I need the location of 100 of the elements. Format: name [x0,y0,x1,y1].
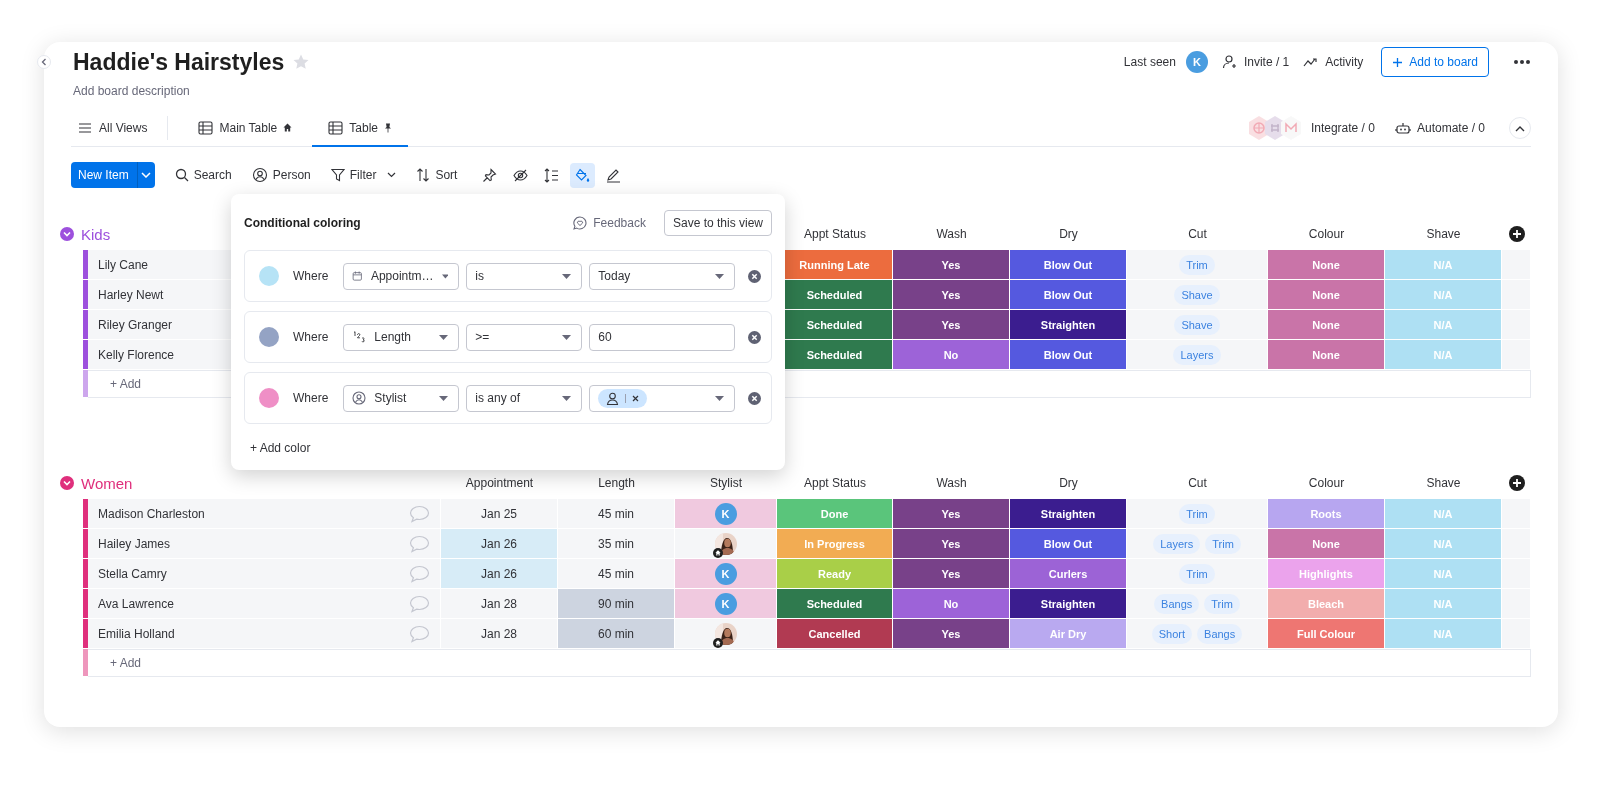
view-tab[interactable]: Table [312,110,408,147]
tag-chip[interactable]: Trim [1205,533,1241,554]
tags-cell[interactable]: Short Bangs [1127,619,1268,649]
tags-cell[interactable]: Trim [1127,499,1268,529]
tag-chip[interactable]: Bangs [1197,623,1243,644]
status-cell[interactable]: Blow Out [1010,250,1127,280]
filter-button[interactable]: Filter [330,168,397,182]
operator-dropdown[interactable]: is [466,262,583,290]
integrate-button[interactable]: Integrate / 0 [1310,121,1375,135]
column-dropdown[interactable]: Stylist [343,384,460,412]
item-name-cell[interactable]: Madison Charleston [88,499,441,529]
group-title[interactable]: Women [81,474,133,492]
new-item-button[interactable]: New Item [71,162,137,188]
tag-chip[interactable]: Trim [1179,563,1215,584]
add-item-field[interactable]: + Add [88,649,1531,677]
status-cell[interactable]: Cancelled [777,619,893,649]
add-color-button[interactable]: + Add color [244,438,311,458]
remove-icon[interactable] [748,269,762,283]
tags-cell[interactable]: Bangs Trim [1127,589,1268,619]
person-cell[interactable] [675,529,777,559]
tags-cell[interactable]: Trim [1127,250,1268,280]
operator-dropdown[interactable]: >= [466,323,583,351]
collapse-icon[interactable] [60,476,74,490]
save-to-view-button[interactable]: Save to this view [663,210,772,236]
tag-chip[interactable]: Layers [1153,533,1201,554]
status-cell[interactable]: Scheduled [777,589,893,619]
item-name-cell[interactable]: Ava Lawrence [88,589,441,619]
remove-icon[interactable] [748,330,762,344]
tags-cell[interactable]: Shave [1127,280,1268,310]
status-cell[interactable]: None [1268,250,1385,280]
person-cell[interactable]: K [675,559,777,589]
all-views-button[interactable]: All Views [71,110,154,146]
status-cell[interactable]: Yes [893,280,1010,310]
person-cell[interactable] [675,619,777,649]
color-dot[interactable] [259,327,279,347]
person-cell[interactable]: K [675,589,777,619]
tag-chip[interactable]: Shave [1174,314,1220,335]
search-button[interactable]: Search [174,168,232,182]
status-cell[interactable]: Straighten [1010,589,1127,619]
group-title[interactable]: Kids [81,225,111,243]
close-icon[interactable] [632,394,640,402]
status-cell[interactable]: Curlers [1010,559,1127,589]
activity-button[interactable]: Activity [1303,54,1364,70]
paint-tool-button[interactable] [570,162,596,188]
add-column-icon[interactable] [1508,226,1525,242]
item-name-cell[interactable]: Emilia Holland [88,619,441,649]
tag-chip[interactable]: Shave [1174,284,1220,305]
remove-icon[interactable] [748,391,762,405]
add-to-board-button[interactable]: Add to board [1381,47,1489,77]
color-dot[interactable] [259,388,279,408]
tags-cell[interactable]: Shave [1127,310,1268,340]
person-cell[interactable]: K [675,499,777,529]
operator-dropdown[interactable]: is any of [466,384,583,412]
status-cell[interactable]: Full Colour [1268,619,1385,649]
item-name-cell[interactable]: Hailey James [88,529,441,559]
status-cell[interactable]: Blow Out [1010,280,1127,310]
column-dropdown[interactable]: Appointm… [343,262,460,290]
status-cell[interactable]: No [893,589,1010,619]
collapse-icon[interactable] [60,227,74,241]
color-dot[interactable] [259,266,279,286]
value-input-field[interactable]: 60 [589,323,736,351]
user-avatar[interactable]: K [1185,51,1208,73]
tags-cell[interactable]: Layers [1127,340,1268,370]
status-cell[interactable]: Yes [893,250,1010,280]
status-cell[interactable]: Yes [893,619,1010,649]
star-icon[interactable] [292,53,311,71]
board-description[interactable]: Add board description [71,82,1531,100]
status-cell[interactable]: Yes [893,559,1010,589]
status-cell[interactable]: Yes [893,310,1010,340]
status-cell[interactable]: None [1268,340,1385,370]
tag-chip[interactable]: Layers [1173,344,1221,365]
status-cell[interactable]: None [1268,280,1385,310]
status-cell[interactable]: Yes [893,529,1010,559]
person-button[interactable]: Person [251,167,311,183]
tags-cell[interactable]: Trim [1127,559,1268,589]
sidebar-toggle-button[interactable] [37,55,51,69]
status-cell[interactable]: No [893,340,1010,370]
sort-button[interactable]: Sort [416,168,458,182]
tag-chip[interactable]: Bangs [1154,593,1200,614]
status-cell[interactable]: Straighten [1010,499,1127,529]
status-cell[interactable]: None [1268,310,1385,340]
invite-button[interactable]: Invite / 1 [1221,54,1290,70]
column-dropdown[interactable]: Length [343,323,460,351]
person-chip[interactable] [598,388,648,408]
status-cell[interactable]: Yes [893,499,1010,529]
tags-cell[interactable]: Layers Trim [1127,529,1268,559]
tag-chip[interactable]: Trim [1179,503,1215,524]
status-cell[interactable]: Blow Out [1010,340,1127,370]
feedback-button[interactable]: Feedback [573,216,646,230]
view-tab[interactable]: Main Table [182,110,309,147]
status-cell[interactable]: Straighten [1010,310,1127,340]
more-icon[interactable] [1513,59,1531,65]
add-column-icon[interactable] [1508,475,1525,491]
item-name-cell[interactable]: Stella Camry [88,559,441,589]
automate-button[interactable]: Automate / 0 [1394,121,1485,135]
status-cell[interactable]: None [1268,529,1385,559]
status-cell[interactable]: Blow Out [1010,529,1127,559]
tag-chip[interactable]: Short [1151,623,1193,644]
tag-chip[interactable]: Trim [1204,593,1240,614]
tag-chip[interactable]: Trim [1179,254,1215,275]
